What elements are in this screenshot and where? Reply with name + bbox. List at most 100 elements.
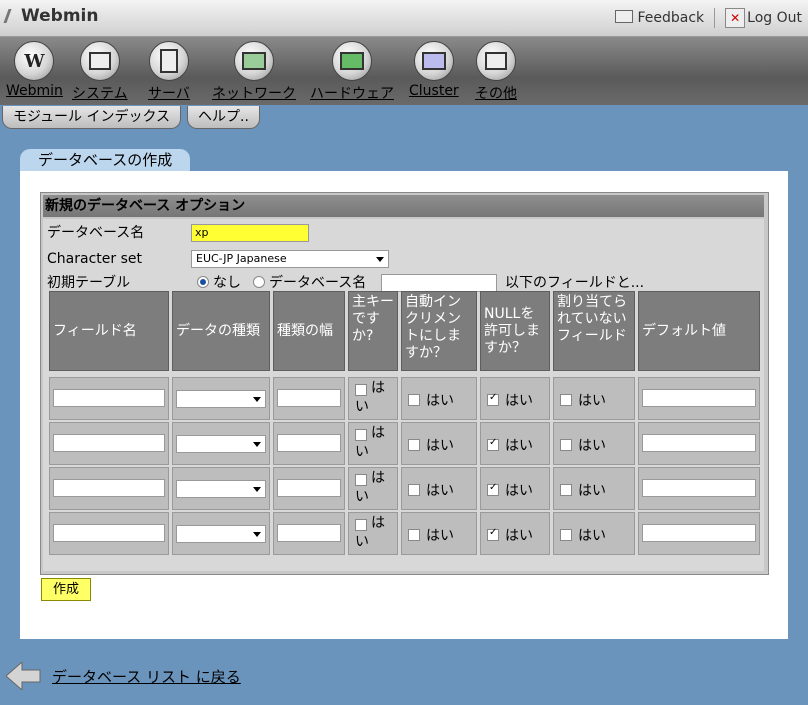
allow-null-checkbox[interactable]	[487, 482, 499, 496]
table-cell: はい	[553, 377, 635, 420]
unassigned-checkbox[interactable]	[560, 439, 572, 451]
form-body: データベース名 xp Character set EUC-JP Japanese…	[43, 219, 764, 571]
field-name-input[interactable]	[53, 479, 165, 497]
charset-select[interactable]: EUC-JP Japanese	[191, 250, 389, 268]
module-index-tab[interactable]: モジュール インデックス	[2, 106, 182, 129]
checkbox-label: はい	[505, 393, 533, 409]
table-cell	[172, 512, 270, 555]
category-others[interactable]: その他	[475, 41, 517, 103]
table-cell	[49, 377, 169, 420]
table-cell	[172, 377, 270, 420]
checkbox-label: はい	[426, 393, 454, 409]
envelope-icon	[615, 10, 634, 23]
checkbox-label: はい	[505, 438, 533, 454]
table-cell	[273, 377, 345, 420]
table-cell: はい	[401, 467, 477, 510]
webmin-logo-icon	[3, 9, 22, 23]
header-field-name: フィールド名	[49, 291, 169, 371]
checkbox-label: はい	[426, 483, 454, 499]
category-webmin[interactable]: W Webmin	[6, 41, 63, 99]
data-type-select[interactable]	[176, 390, 266, 408]
checkbox-label: はい	[505, 483, 533, 499]
type-width-input[interactable]	[277, 434, 341, 452]
default-value-input[interactable]	[642, 524, 756, 542]
server-icon	[148, 41, 189, 81]
others-icon	[476, 41, 516, 81]
type-width-input[interactable]	[277, 389, 341, 407]
divider	[714, 8, 716, 28]
unassigned-checkbox[interactable]	[560, 484, 572, 496]
type-width-input[interactable]	[277, 524, 341, 542]
allow-null-checkbox[interactable]	[487, 392, 499, 406]
webmin-icon: W	[14, 41, 55, 81]
table-cell	[638, 377, 760, 420]
default-value-input[interactable]	[642, 389, 756, 407]
default-value-input[interactable]	[642, 479, 756, 497]
source-db-input[interactable]	[381, 274, 497, 292]
field-table: フィールド名 データの種類 種類の幅 主キーですか? 自動インクリメントにします…	[49, 291, 760, 561]
allow-null-checkbox[interactable]	[487, 437, 499, 451]
table-cell: はい	[480, 377, 550, 420]
data-type-select[interactable]	[176, 480, 266, 498]
table-cell	[172, 422, 270, 465]
hardware-icon	[332, 41, 372, 81]
auto-increment-checkbox[interactable]	[408, 529, 420, 541]
table-cell: はい	[401, 422, 477, 465]
table-cell: はい	[480, 422, 550, 465]
checkbox-label: はい	[578, 393, 606, 409]
type-width-input[interactable]	[277, 479, 341, 497]
table-cell	[49, 422, 169, 465]
category-system[interactable]: システム	[72, 41, 128, 103]
checkbox-label: はい	[578, 528, 606, 544]
table-cell: はい	[480, 512, 550, 555]
unassigned-checkbox[interactable]	[560, 529, 572, 541]
category-servers[interactable]: サーバ	[148, 41, 190, 103]
field-name-input[interactable]	[53, 524, 165, 542]
back-nav: データベース リスト に戻る	[6, 662, 241, 690]
help-tab[interactable]: ヘルプ..	[187, 106, 260, 129]
data-type-select[interactable]	[176, 525, 266, 543]
field-name-input[interactable]	[53, 434, 165, 452]
category-bar: W Webmin システム サーバ ネットワーク ハードウェア Cluster …	[0, 37, 808, 105]
checkbox-label: はい	[578, 438, 606, 454]
radio-none[interactable]	[197, 276, 209, 288]
table-cell: はい	[348, 512, 398, 555]
db-name-label: データベース名	[47, 225, 145, 241]
cluster-icon	[413, 41, 454, 81]
db-name-input[interactable]: xp	[191, 224, 309, 242]
category-hardware[interactable]: ハードウェア	[310, 41, 394, 103]
table-cell	[49, 467, 169, 510]
allow-null-checkbox[interactable]	[487, 527, 499, 541]
table-cell	[273, 422, 345, 465]
back-link[interactable]: データベース リスト に戻る	[52, 666, 241, 687]
table-cell	[273, 512, 345, 555]
create-button[interactable]: 作成	[41, 578, 91, 601]
checkbox-label: はい	[355, 515, 385, 550]
table-cell	[273, 467, 345, 510]
checkbox-label: はい	[426, 528, 454, 544]
checkbox-label: はい	[355, 470, 385, 505]
feedback-link[interactable]: Feedback	[615, 10, 704, 26]
checkbox-label: はい	[505, 528, 533, 544]
checkbox-label: はい	[355, 425, 385, 460]
chevron-down-icon	[253, 397, 261, 402]
auto-increment-checkbox[interactable]	[408, 439, 420, 451]
category-cluster[interactable]: Cluster	[409, 41, 459, 99]
auto-increment-checkbox[interactable]	[408, 394, 420, 406]
form-heading: 新規のデータベース オプション	[43, 195, 764, 217]
field-name-input[interactable]	[53, 389, 165, 407]
table-cell: はい	[553, 467, 635, 510]
auto-increment-checkbox[interactable]	[408, 484, 420, 496]
header-default-value: デフォルト値	[638, 291, 760, 371]
charset-label: Character set	[47, 251, 142, 267]
back-arrow-icon[interactable]	[6, 662, 42, 690]
category-network[interactable]: ネットワーク	[212, 41, 296, 103]
logout-link[interactable]: ✕ Log Out	[725, 8, 802, 28]
unassigned-checkbox[interactable]	[560, 394, 572, 406]
data-type-select[interactable]	[176, 435, 266, 453]
initial-table-label: 初期テーブル	[47, 275, 131, 291]
header-type-width: 種類の幅	[273, 291, 345, 371]
radio-db[interactable]	[253, 276, 265, 288]
default-value-input[interactable]	[642, 434, 756, 452]
header-allow-null: NULLを許可しますか？	[480, 291, 550, 371]
